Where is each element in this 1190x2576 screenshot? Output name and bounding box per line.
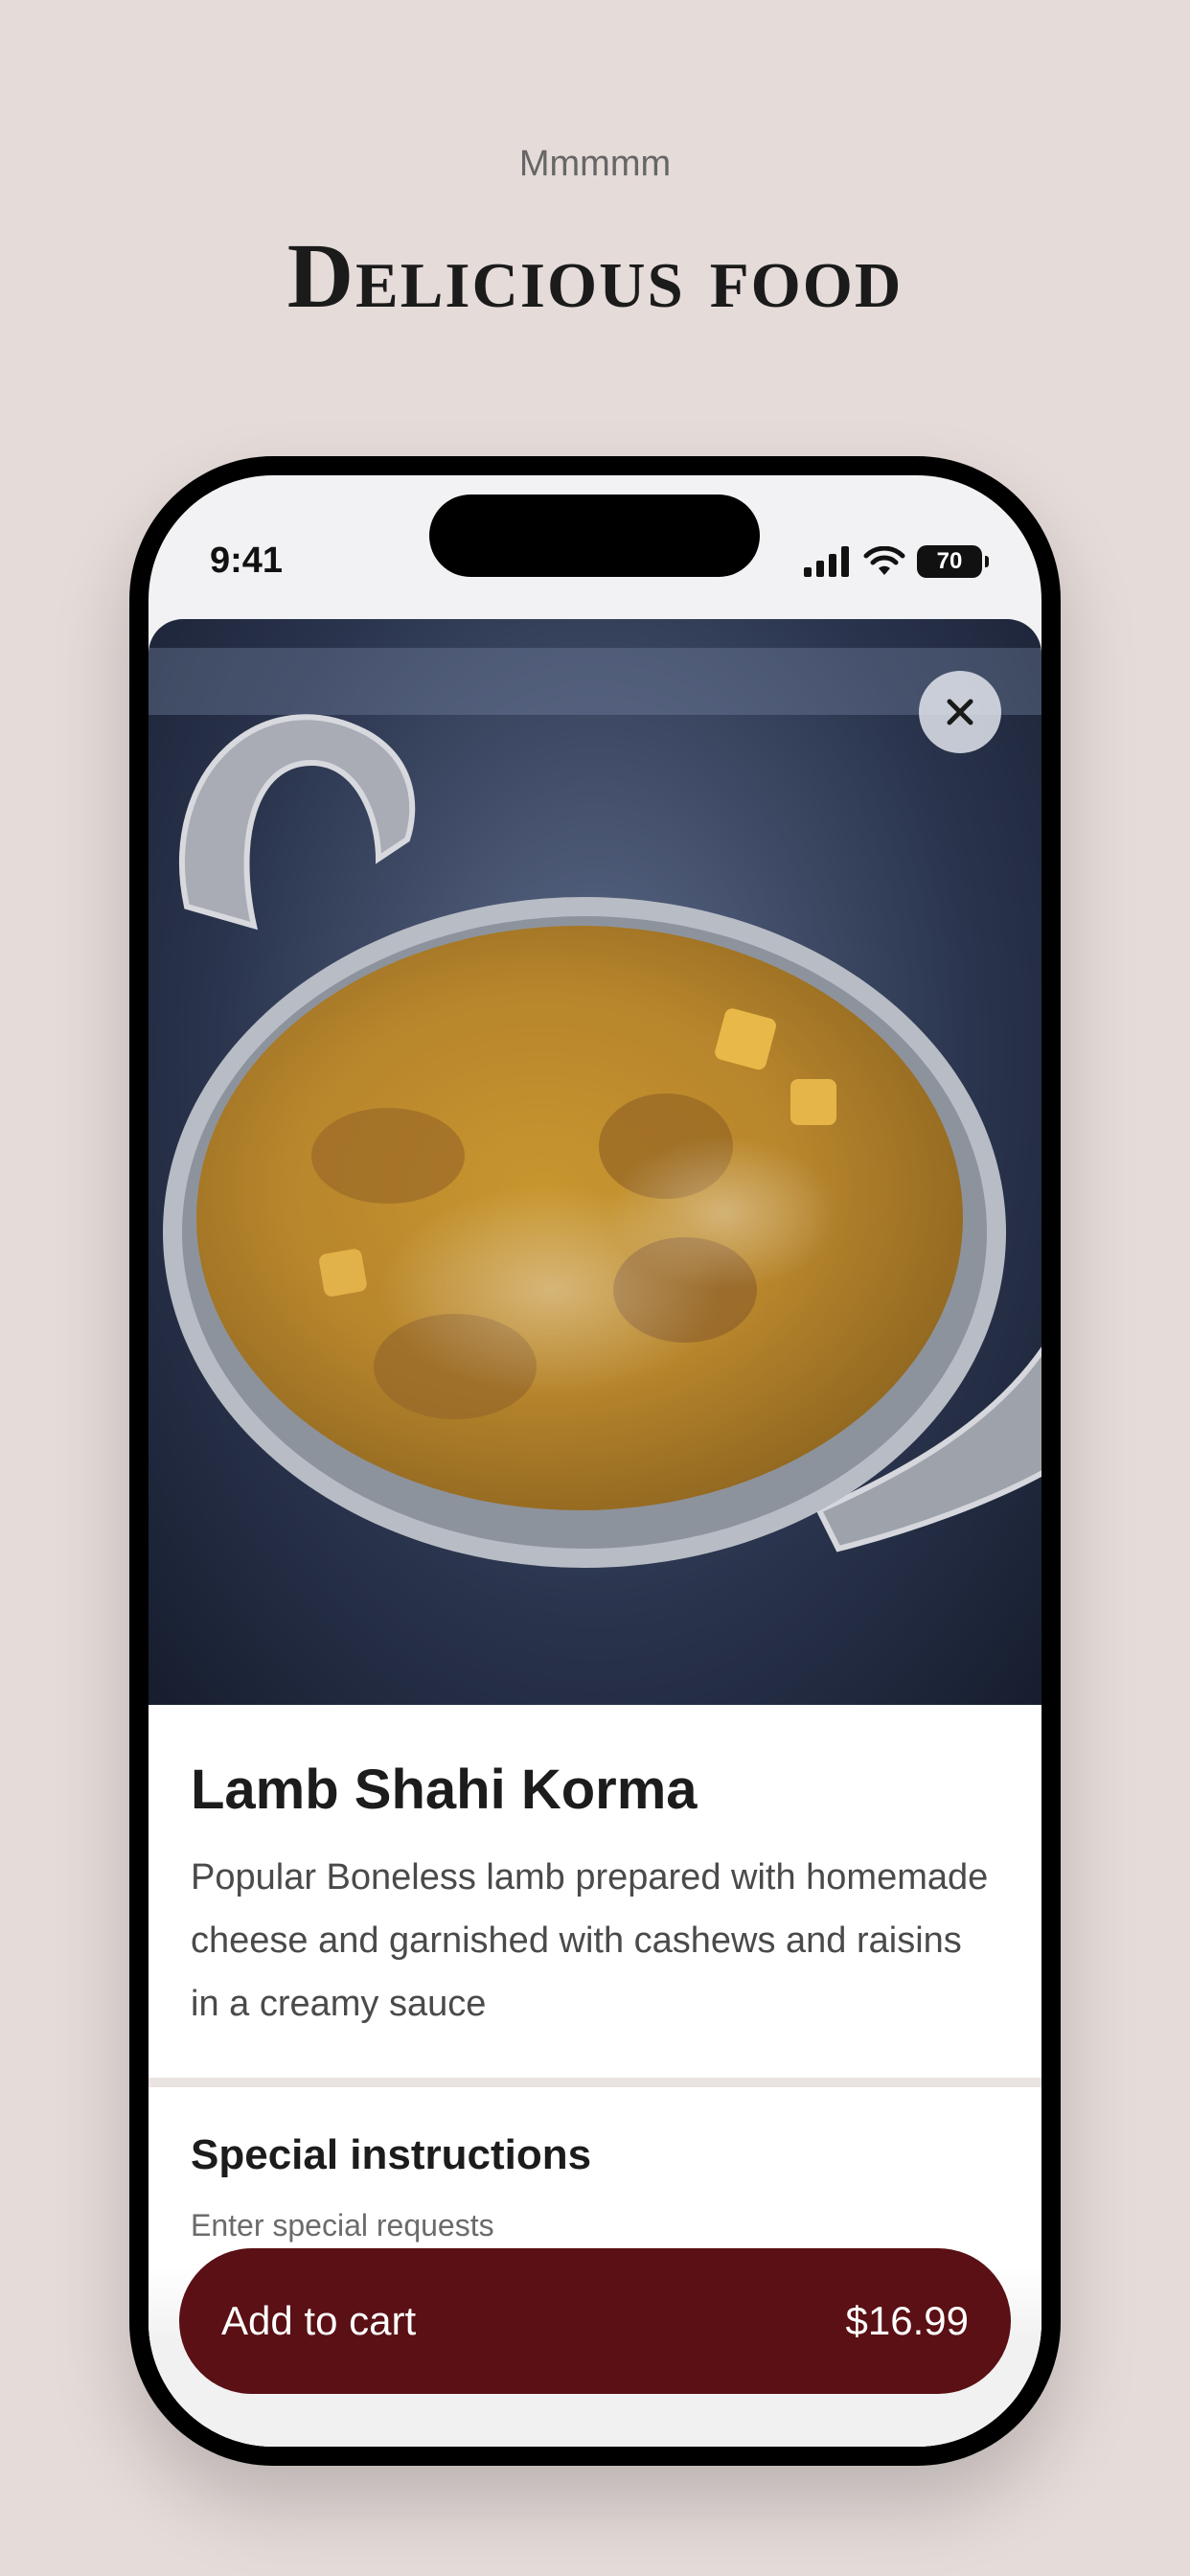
price-label: $16.99 [845,2298,969,2343]
add-to-cart-label: Add to cart [221,2298,417,2343]
wifi-icon [863,546,905,575]
tagline: Mmmmm [518,144,672,184]
lamb-korma-photo [149,619,1041,1705]
special-instructions-input[interactable] [191,2202,995,2248]
status-time: 9:41 [210,540,284,581]
section-divider [149,2078,1041,2087]
dynamic-island [429,494,760,577]
signal-icon [804,546,849,577]
add-to-cart-button[interactable]: Add to cart $16.99 [179,2248,1011,2394]
close-icon [947,699,973,725]
headline: Delicious food [286,224,904,327]
close-button[interactable] [919,671,1001,753]
battery-icon: 70 [917,545,989,578]
item-title: Lamb Shahi Korma [191,1759,698,1821]
special-instructions-title: Special instructions [191,2131,592,2178]
status-icons: 70 [804,544,989,579]
phone-frame: 9:41 70 Lamb Shahi Korma Popular Boneles… [129,456,1061,2466]
phone-screen: 9:41 70 Lamb Shahi Korma Popular Boneles… [149,475,1041,2447]
item-description: Popular Boneless lamb prepared with home… [191,1857,989,2024]
item-sheet: Lamb Shahi Korma Popular Boneless lamb p… [149,619,1041,2447]
